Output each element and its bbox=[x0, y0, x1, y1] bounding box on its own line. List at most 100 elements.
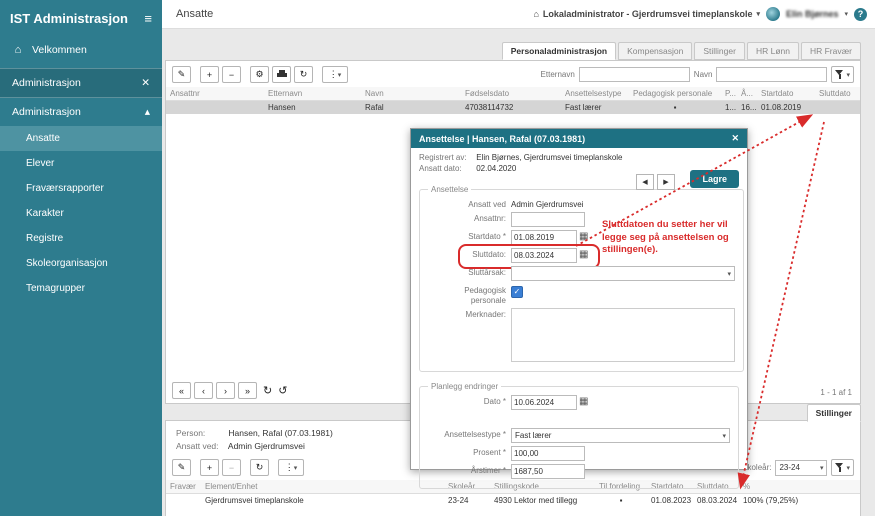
ansattnr-input[interactable] bbox=[511, 212, 585, 227]
calendar-icon[interactable]: ▦ bbox=[579, 248, 588, 261]
col-fodselsdato: Fødselsdato bbox=[461, 87, 561, 101]
cell-element-enhet: Gjerdrumsvei timeplanskole bbox=[201, 494, 444, 508]
tab-stillinger[interactable]: Stillinger bbox=[694, 42, 745, 60]
next-record-button[interactable]: ▶ bbox=[657, 174, 675, 190]
col-element-enhet: Element/Enhet bbox=[201, 480, 444, 494]
sidebar-item-skoleorganisasjon[interactable]: Skoleorganisasjon bbox=[0, 251, 162, 276]
refresh-icon: ↻ bbox=[256, 462, 264, 473]
etternavn-filter-input[interactable] bbox=[579, 67, 690, 82]
edit-button[interactable]: ✎ bbox=[172, 66, 191, 83]
close-icon[interactable]: ✕ bbox=[141, 77, 150, 89]
minus-icon: − bbox=[229, 463, 234, 473]
tab-hr-fravaer[interactable]: HR Fravær bbox=[801, 42, 861, 60]
positions-filter-button[interactable]: ▾ bbox=[831, 459, 854, 476]
merknader-label: Merknader: bbox=[428, 308, 506, 320]
registrert-av-label: Registrert av: bbox=[419, 153, 474, 164]
chevron-up-icon: ▴ bbox=[145, 106, 150, 118]
ansettelse-legend: Ansettelse bbox=[428, 185, 471, 194]
avatar[interactable] bbox=[766, 7, 780, 21]
sidebar-item-fravaersrapporter[interactable]: Fraværsrapporter bbox=[0, 176, 162, 201]
pedagogisk-checkbox[interactable]: ✓ bbox=[511, 286, 523, 298]
sluttarsak-select[interactable]: ▾ bbox=[511, 266, 735, 281]
sidebar-item-velkommen[interactable]: ⌂ Velkommen bbox=[0, 36, 162, 64]
remove-button[interactable]: − bbox=[222, 66, 241, 83]
dots-menu-icon: ⋮ bbox=[329, 69, 338, 80]
pencil-icon: ✎ bbox=[178, 69, 186, 80]
cell-navn: Rafal bbox=[361, 101, 461, 115]
refresh-positions-button[interactable]: ↻ bbox=[250, 459, 269, 476]
last-page-button[interactable]: » bbox=[238, 382, 257, 399]
col-a: Å... bbox=[737, 87, 757, 101]
left-icon: ◀ bbox=[642, 178, 647, 186]
startdato-input[interactable] bbox=[511, 230, 577, 245]
more-positions-button[interactable]: ⋮ ▾ bbox=[278, 459, 304, 476]
chevron-down-icon: ▾ bbox=[294, 464, 298, 472]
table-row[interactable]: Hansen Rafal 47038114732 Fast lærer ▪ 1.… bbox=[166, 101, 860, 115]
ansettelsestype-select[interactable]: Fast lærer ▾ bbox=[511, 428, 730, 443]
calendar-icon[interactable]: ▦ bbox=[579, 395, 588, 408]
col-navn: Navn bbox=[361, 87, 461, 101]
prosent-input[interactable] bbox=[511, 446, 585, 461]
printer-icon bbox=[277, 70, 287, 79]
dato-input[interactable] bbox=[511, 395, 577, 410]
ansatt-ved-field-value: Admin Gjerdrumsvei bbox=[511, 198, 583, 209]
merknader-textarea[interactable] bbox=[511, 308, 735, 362]
add-button[interactable]: + bbox=[200, 66, 219, 83]
sidebar-item-registre[interactable]: Registre bbox=[0, 226, 162, 251]
chevron-down-icon: ▾ bbox=[756, 10, 760, 18]
save-button[interactable]: Lagre bbox=[690, 170, 739, 188]
calendar-icon[interactable]: ▦ bbox=[579, 230, 588, 243]
arstimer-input[interactable] bbox=[511, 464, 585, 479]
collapse-sidebar-icon[interactable]: ≡ bbox=[144, 11, 152, 26]
cell-prosent: 100% (79,25%) bbox=[739, 494, 860, 508]
cell-ansettelsestype: Fast lærer bbox=[561, 101, 629, 115]
filter-button[interactable]: ▾ bbox=[831, 66, 854, 83]
top-header: Ansatte ⌂ Lokaladministrator - Gjerdrums… bbox=[162, 0, 875, 29]
sidebar-item-ansatte[interactable]: Ansatte bbox=[0, 126, 162, 151]
etternavn-filter-label: Etternavn bbox=[541, 70, 575, 79]
more-actions-button[interactable]: ⋮ ▾ bbox=[322, 66, 348, 83]
first-page-button[interactable]: « bbox=[172, 382, 191, 399]
skolear-select[interactable]: 23-24 ▾ bbox=[775, 460, 827, 476]
ansatt-ved-label: Ansatt ved: bbox=[176, 440, 226, 453]
next-page-button[interactable]: › bbox=[216, 382, 235, 399]
tab-personaladministrasjon[interactable]: Personaladministrasjon bbox=[502, 42, 616, 60]
settings-button[interactable]: ⚙ bbox=[250, 66, 269, 83]
person-label: Person: bbox=[176, 427, 226, 440]
gear-icon: ⚙ bbox=[255, 69, 263, 80]
refresh-icon[interactable]: ↻ bbox=[263, 384, 272, 397]
sidebar-item-temagrupper[interactable]: Temagrupper bbox=[0, 276, 162, 301]
building-icon: ⌂ bbox=[533, 9, 538, 19]
help-button[interactable]: ? bbox=[854, 8, 867, 21]
reset-icon[interactable]: ↺ bbox=[278, 384, 287, 397]
sidebar-item-elever[interactable]: Elever bbox=[0, 151, 162, 176]
refresh-button[interactable]: ↻ bbox=[294, 66, 313, 83]
tab-hr-lonn[interactable]: HR Lønn bbox=[747, 42, 799, 60]
table-row[interactable]: Gjerdrumsvei timeplanskole 23-24 4930 Le… bbox=[166, 494, 860, 508]
add-position-button[interactable]: + bbox=[200, 459, 219, 476]
sidebar-item-karakter[interactable]: Karakter bbox=[0, 201, 162, 226]
school-context-dropdown[interactable]: ⌂ Lokaladministrator - Gjerdrumsvei time… bbox=[533, 9, 760, 19]
person-value: Hansen, Rafal (07.03.1981) bbox=[228, 428, 332, 438]
col-startdato: Startdato bbox=[757, 87, 815, 101]
employees-toolbar: ✎ + − ⚙ ↻ ⋮ ▾ Etternavn Navn bbox=[166, 61, 860, 87]
sidebar-group-administrasjon[interactable]: Administrasjon ▴ bbox=[0, 98, 162, 126]
sluttarsak-label: Sluttårsak: bbox=[428, 266, 506, 278]
navn-filter-label: Navn bbox=[694, 70, 713, 79]
edit-position-button[interactable]: ✎ bbox=[172, 459, 191, 476]
print-button[interactable] bbox=[272, 66, 291, 83]
prev-page-button[interactable]: ‹ bbox=[194, 382, 213, 399]
sluttdato-input[interactable] bbox=[511, 248, 577, 263]
ansettelsestype-value: Fast lærer bbox=[515, 431, 551, 440]
tab-kompensasjon[interactable]: Kompensasjon bbox=[618, 42, 692, 60]
last-page-icon: » bbox=[245, 386, 250, 396]
close-icon[interactable]: ✕ bbox=[731, 133, 739, 144]
user-name[interactable]: Elin Bjørnes bbox=[786, 9, 839, 19]
funnel-icon bbox=[835, 463, 844, 472]
cell-stillingskode: 4930 Lektor med tillegg bbox=[490, 494, 595, 508]
previous-record-button[interactable]: ◀ bbox=[636, 174, 654, 190]
dato-label: Dato * bbox=[428, 395, 506, 407]
subtab-stillinger[interactable]: Stillinger bbox=[807, 404, 861, 422]
navn-filter-input[interactable] bbox=[716, 67, 827, 82]
remove-position-button[interactable]: − bbox=[222, 459, 241, 476]
